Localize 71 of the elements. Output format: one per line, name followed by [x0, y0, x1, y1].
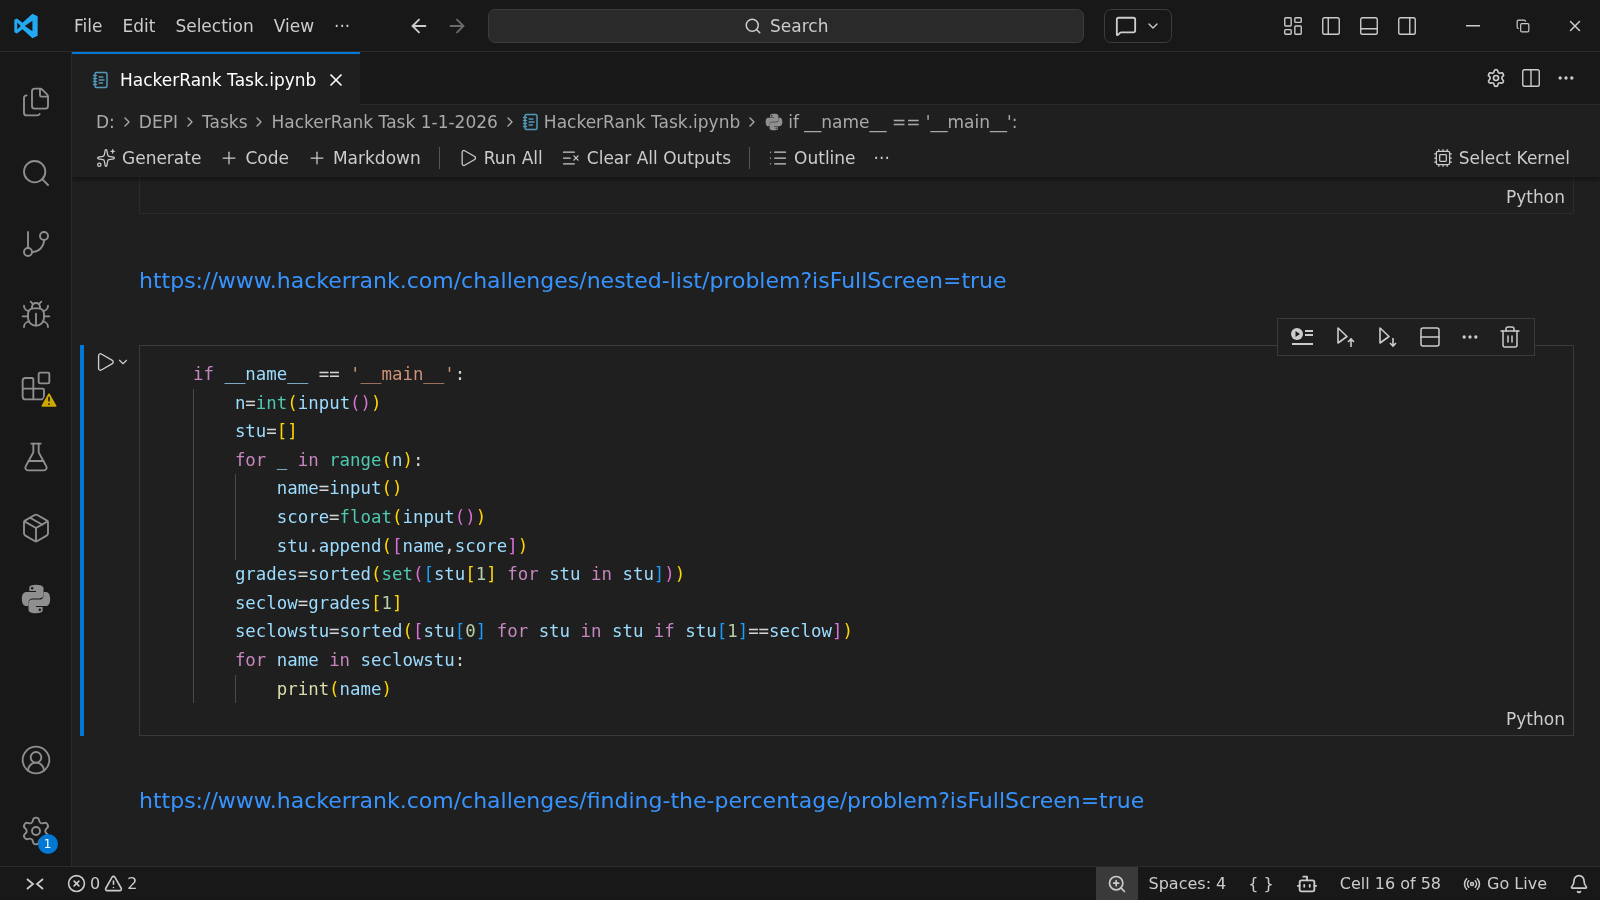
link[interactable]: https://www.hackerrank.com/challenges/finding-the-percentage/problem?isFullScreen=true: [139, 788, 1145, 814]
python-icon: [764, 112, 785, 132]
language-label[interactable]: Python: [1506, 181, 1573, 213]
notebook-icon: [92, 70, 110, 89]
run-below-icon[interactable]: [1376, 325, 1400, 349]
blocks-icon[interactable]: [19, 369, 52, 402]
search-icon: [744, 16, 763, 35]
editor-tab[interactable]: HackerRank Task.ipynb: [72, 52, 361, 105]
code-line: for name in seclowstu:: [234, 648, 467, 672]
code-line: print(name): [276, 677, 393, 701]
settings-icon[interactable]: [1486, 68, 1506, 88]
code-line: seclow=grades[1]: [234, 591, 404, 615]
more-button[interactable]: ···: [867, 146, 896, 170]
code-line: for _ in range(n):: [234, 448, 425, 472]
warning-icon: [38, 390, 59, 410]
menu-item[interactable]: View: [265, 11, 323, 40]
breadcrumb[interactable]: if __name__ == '__main__':: [788, 112, 1018, 132]
toolbar-button[interactable]: Markdown: [300, 146, 427, 170]
status-item[interactable]: Spaces: 4: [1137, 867, 1238, 900]
warning-icon[interactable]: [104, 874, 124, 893]
code-line: n=int(input()): [234, 391, 383, 415]
toolbar-button[interactable]: Code: [213, 146, 295, 170]
zoom-icon: [1106, 873, 1127, 894]
error-icon[interactable]: [67, 874, 86, 893]
select-kernel-button[interactable]: Select Kernel: [1426, 146, 1576, 170]
zoom-button[interactable]: [1095, 867, 1138, 900]
menu-item[interactable]: Selection: [167, 11, 262, 40]
toolbar-button[interactable]: Run All: [451, 146, 549, 170]
breadcrumb[interactable]: D:: [96, 112, 115, 132]
breadcrumb[interactable]: HackerRank Task.ipynb: [543, 112, 741, 132]
menu-item[interactable]: Edit: [114, 11, 164, 40]
delete-icon[interactable]: [1498, 325, 1522, 349]
tab-label: HackerRank Task.ipynb: [120, 69, 317, 90]
menu-item[interactable]: ···: [326, 11, 359, 40]
toolbar-button[interactable]: Generate: [90, 146, 208, 170]
app-logo-icon: [12, 11, 40, 40]
toolbar-button[interactable]: Outline: [762, 146, 862, 170]
split-editor-icon[interactable]: [1520, 67, 1542, 89]
split-cell-icon[interactable]: [1418, 325, 1442, 349]
breadcrumb[interactable]: DEPI: [138, 112, 178, 132]
minimize-icon: [1466, 24, 1480, 27]
code-line: grades=sorted(set([stu[1] for stu in stu])): [234, 563, 687, 587]
status-item[interactable]: Cell 16 of 58: [1328, 867, 1453, 900]
notification-badge: 1: [37, 834, 58, 854]
account-icon[interactable]: [19, 743, 52, 776]
code-line: score=float(input()): [276, 505, 488, 529]
search-field[interactable]: Search: [488, 8, 1085, 43]
sparkle-icon: [96, 148, 116, 168]
chat-button[interactable]: [1104, 8, 1173, 43]
code-line: stu=[]: [234, 420, 299, 444]
go-live-button[interactable]: Go Live: [1452, 867, 1558, 900]
code-line: name=input(): [276, 477, 404, 501]
code-line: if __name__ == '__main__':: [193, 363, 467, 386]
status-item[interactable]: { }: [1237, 867, 1285, 900]
language-label[interactable]: Python: [1506, 703, 1573, 736]
toolbar-button[interactable]: Clear All Outputs: [554, 146, 738, 170]
breadcrumb[interactable]: HackerRank Task 1-1-2026: [271, 112, 498, 132]
restore-icon: [1516, 18, 1530, 33]
chat-icon: [1115, 14, 1138, 37]
warning-count[interactable]: 2: [127, 874, 138, 893]
bug-icon[interactable]: [19, 298, 52, 331]
code-line: seclowstu=sorted([stu[0] for stu in stu if stu[1]==seclow]): [234, 620, 854, 644]
error-count[interactable]: 0: [90, 874, 101, 893]
chip-icon: [1432, 148, 1453, 168]
menu-item[interactable]: File: [66, 11, 111, 40]
search-placeholder: Search: [770, 15, 829, 36]
code-line: stu.append([name,score]): [276, 534, 530, 558]
breadcrumb[interactable]: Tasks: [201, 112, 248, 132]
notebook-icon: [521, 113, 540, 131]
bell-icon: [1569, 873, 1589, 894]
link[interactable]: https://www.hackerrank.com/challenges/nested-list/problem?isFullScreen=true: [139, 268, 1007, 293]
